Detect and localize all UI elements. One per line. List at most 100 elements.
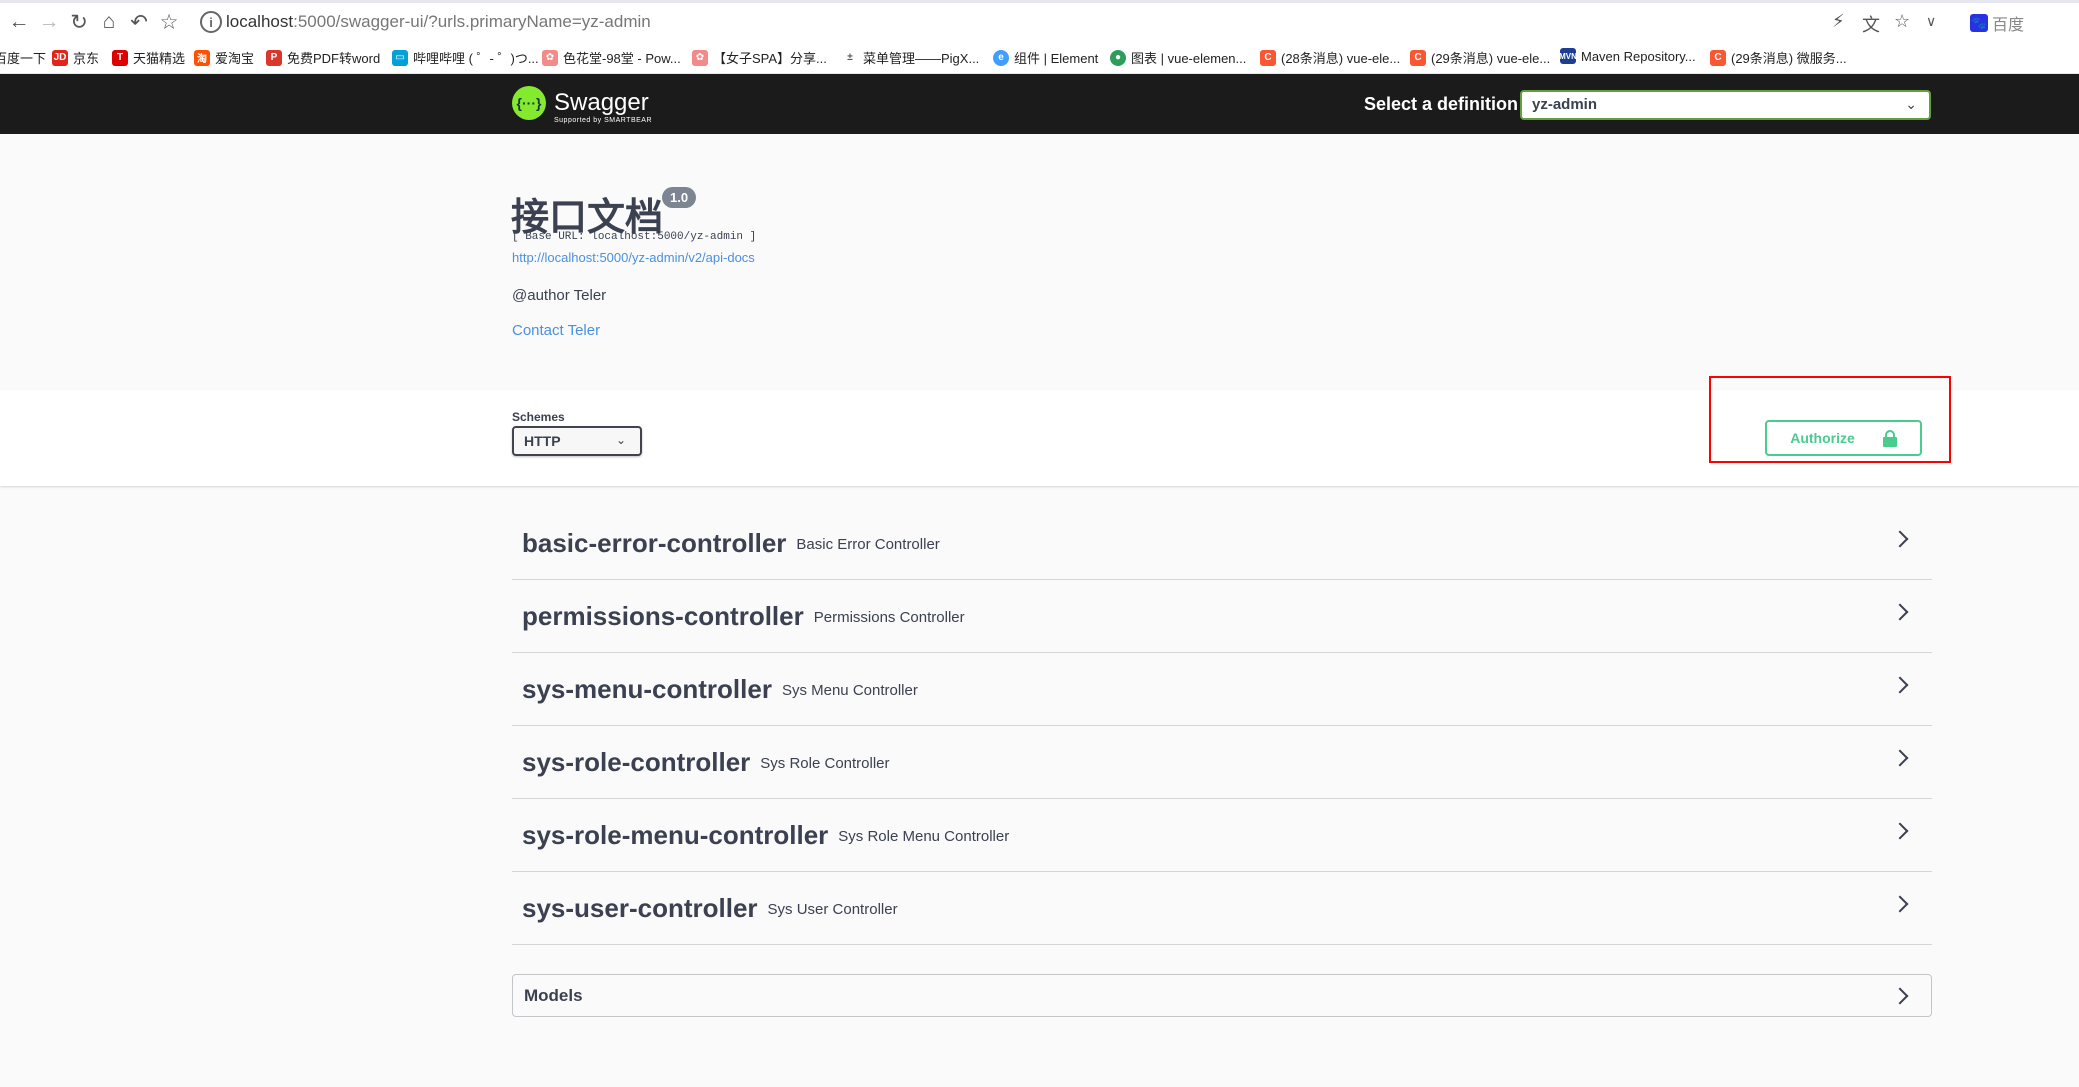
swagger-logo-text: Swagger [554,89,649,116]
tag-name: sys-menu-controller [522,673,772,704]
description: @author Teler [512,287,607,304]
schemes-select[interactable]: HTTP ⌄ [512,426,642,456]
bookmark-label: 【女子SPA】分享... [713,51,827,66]
star-icon[interactable]: ☆ [156,9,182,35]
base-url: [ Base URL: localhost:5000/yz-admin ] [512,231,757,243]
bookmark-label: (28条消息) vue-ele... [1281,51,1401,66]
bookmark-item[interactable]: C (28条消息) vue-ele... [1260,48,1400,67]
bookmark-item[interactable]: T 天猫精选 [112,48,185,67]
back-arrow-icon[interactable]: ← [6,9,32,35]
bookmark-item[interactable]: MVN Maven Repository... [1559,48,1696,64]
bookmark-label: 色花堂-98堂 - Pow... [563,51,681,66]
tmall-icon: T [112,49,128,66]
reload-icon[interactable]: ↻ [66,9,92,35]
bookmark-label: (29条消息) 微服务... [1731,51,1847,66]
schemes-value: HTTP [524,433,561,449]
api-docs-link[interactable]: http://localhost:5000/yz-admin/v2/api-do… [512,250,755,265]
tag-section[interactable]: sys-menu-controller Sys Menu Controller [512,653,1932,726]
bookmarks-bar: 百度一下 JD 京东 T 天猫精选 淘爱淘宝 P 免费PDF转word ▭ 哔哩哔哩 (… [0,40,2079,74]
bookmark-label: 哔哩哔哩 ( ゜- ゜)つ... [413,51,539,66]
tag-name: sys-role-controller [522,746,751,777]
chevron-right-icon [1891,987,1909,1005]
tag-section[interactable]: permissions-controller Permissions Contr… [512,580,1932,653]
bookmark-item[interactable]: C (29条消息) vue-ele... [1410,48,1550,67]
tag-description: Sys Role Menu Controller [838,827,1010,845]
bookmark-label: 京东 [73,51,100,66]
bookmark-item[interactable]: C (29条消息) 微服务... [1710,48,1847,67]
chevron-right-icon [1891,749,1909,767]
flower-icon: ✿ [542,49,558,66]
csdn-icon: C [1710,49,1726,66]
models-section[interactable]: Models [512,974,1932,1017]
url-path: :5000/swagger-ui/?urls.primaryName=yz-ad… [293,12,651,31]
bookmark-label: 天猫精选 [133,51,186,66]
bookmark-item[interactable]: JD 京东 [52,48,99,67]
bookmark-star-icon[interactable]: ☆ [1894,11,1910,32]
operation-tags: basic-error-controller Basic Error Contr… [512,507,1932,945]
bookmark-label: 爱淘宝 [215,51,255,66]
authorize-label: Authorize [1790,430,1855,446]
tag-name: sys-role-menu-controller [522,819,829,850]
flower-icon: ✿ [692,49,708,66]
tag-section[interactable]: sys-user-controller Sys User Controller [512,872,1932,945]
swagger-logo[interactable]: {···} Swagger Supported by SMARTBEAR [512,86,652,124]
scheme-container: Schemes HTTP ⌄ Authorize [0,376,2079,486]
chevron-right-icon [1891,603,1909,621]
search-engine-button[interactable]: 🐾 百度 [1970,11,2024,35]
tag-description: Permissions Controller [813,608,965,626]
bookmark-item[interactable]: 百度一下 [0,48,46,67]
translate-icon[interactable]: 文 [1862,11,1880,37]
models-label: Models [524,986,583,1005]
contact-link[interactable]: Contact Teler [512,322,600,339]
bookmark-label: 图表 | vue-elemen... [1131,51,1247,66]
search-engine-label: 百度 [1992,17,2025,34]
tag-name: sys-user-controller [522,892,758,923]
forward-arrow-icon[interactable]: → [36,9,62,35]
swagger-logo-subtitle: Supported by SMARTBEAR [554,117,653,124]
bookmark-item[interactable]: ▭ 哔哩哔哩 ( ゜- ゜)つ... [392,48,539,67]
bookmark-item[interactable]: ✿ 【女子SPA】分享... [692,48,827,67]
chevron-right-icon [1891,676,1909,694]
definition-select[interactable]: yz-admin ⌄ [1520,90,1931,120]
bookmark-item[interactable]: 淘爱淘宝 [194,48,254,67]
bookmark-label: 菜单管理——PigX... [863,51,980,66]
bookmark-item[interactable]: P 免费PDF转word [266,48,380,67]
bookmark-item[interactable]: ± 菜单管理——PigX... [842,48,979,67]
tag-description: Sys Role Controller [760,754,890,772]
tag-description: Sys Menu Controller [781,681,918,699]
url-field[interactable]: localhost:5000/swagger-ui/?urls.primaryN… [226,12,651,32]
tag-section[interactable]: basic-error-controller Basic Error Contr… [512,507,1932,580]
tag-description: Sys User Controller [767,900,898,918]
browser-address-bar: ← → ↻ ⌂ ↶ ☆ i localhost:5000/swagger-ui/… [0,0,2079,40]
taobao-icon: 淘 [194,49,210,66]
dropdown-chevron-icon[interactable]: ∨ [1926,13,1936,30]
bookmark-label: (29条消息) vue-ele... [1431,51,1551,66]
csdn-icon: C [1410,49,1426,66]
bookmark-item[interactable]: e 组件 | Element [993,48,1098,67]
pigx-icon: ± [842,49,858,66]
lock-icon [1882,430,1897,447]
chart-icon: ● [1110,49,1126,66]
schemes-label: Schemes [512,410,565,424]
bookmark-item[interactable]: ✿ 色花堂-98堂 - Pow... [542,48,681,67]
maven-icon: MVN [1559,48,1577,64]
tag-name: basic-error-controller [522,527,787,558]
tag-section[interactable]: sys-role-menu-controller Sys Role Menu C… [512,799,1932,872]
lightning-icon[interactable]: ⚡ [1832,11,1845,32]
bookmark-label: 免费PDF转word [287,51,381,66]
bookmark-label: Maven Repository... [1581,48,1696,64]
authorize-button[interactable]: Authorize [1765,420,1922,456]
version-badge: 1.0 [662,187,697,208]
swagger-topbar: {···} Swagger Supported by SMARTBEAR Sel… [0,74,2079,134]
home-icon[interactable]: ⌂ [96,9,122,35]
chevron-right-icon [1891,895,1909,913]
bookmark-label: 组件 | Element [1014,51,1099,66]
undo-icon[interactable]: ↶ [126,9,152,35]
chevron-right-icon [1891,530,1909,548]
baidu-paw-icon: 🐾 [1970,14,1988,32]
site-info-icon[interactable]: i [200,11,222,33]
bookmark-item[interactable]: ● 图表 | vue-elemen... [1110,48,1246,67]
swagger-logo-icon: {···} [512,86,546,120]
chevron-right-icon [1891,822,1909,840]
tag-section[interactable]: sys-role-controller Sys Role Controller [512,726,1932,799]
